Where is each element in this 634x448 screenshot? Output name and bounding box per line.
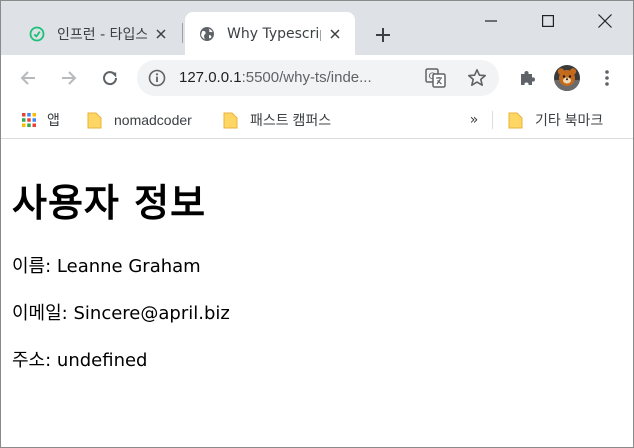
tab-title: Why Typescript xyxy=(227,25,321,42)
close-icon xyxy=(598,14,612,28)
tab-title: 인프런 - 타입스크립트 xyxy=(57,26,147,43)
folder-icon xyxy=(508,112,523,128)
toolbar: 127.0.0.1:5500/why-ts/inde... G xyxy=(1,55,633,101)
bookmarks-overflow-button[interactable]: » xyxy=(467,107,481,133)
url-text[interactable]: 127.0.0.1:5500/why-ts/inde... xyxy=(179,69,409,86)
apps-grid-icon xyxy=(22,113,36,127)
bookmark-label: 패스트 캠퍼스 xyxy=(250,112,332,128)
bookmark-label: nomadcoder xyxy=(114,112,192,128)
new-tab-button[interactable] xyxy=(369,21,397,49)
address-bar[interactable]: 127.0.0.1:5500/why-ts/inde... G xyxy=(137,60,499,96)
url-host: 127.0.0.1 xyxy=(179,69,242,86)
folder-icon xyxy=(87,112,102,128)
field-value: Sincere@april.biz xyxy=(73,303,230,324)
plus-icon xyxy=(376,28,390,42)
bookmark-folder-nomadcoder[interactable]: nomadcoder xyxy=(87,107,192,133)
bookmarks-divider xyxy=(492,111,493,129)
arrow-right-icon xyxy=(62,71,77,85)
bookmarks-bar: 앱 nomadcoder 패스트 캠퍼스 » 기타 북마크 xyxy=(1,101,633,139)
bookmark-star-icon[interactable] xyxy=(465,66,489,90)
maximize-button[interactable] xyxy=(520,1,576,41)
tab-inflearn[interactable]: 인프런 - 타입스크립트 xyxy=(15,12,181,55)
tab-strip: 인프런 - 타입스크립트 Why Typescript xyxy=(1,1,633,55)
more-vert-icon xyxy=(605,70,609,86)
bookmark-label: 기타 북마크 xyxy=(535,112,604,128)
user-email-row: 이메일: Sincere@april.biz xyxy=(12,299,230,325)
page-content: 사용자 정보 이름: Leanne Graham 이메일: Sincere@ap… xyxy=(1,140,633,447)
field-label: 이메일: xyxy=(12,303,68,324)
avatar xyxy=(554,65,580,91)
field-value: Leanne Graham xyxy=(56,256,201,277)
tab-why-typescript[interactable]: Why Typescript xyxy=(185,12,355,55)
translate-icon[interactable]: G xyxy=(425,68,447,88)
page-title: 사용자 정보 xyxy=(12,181,207,225)
reload-button[interactable] xyxy=(94,62,126,94)
reload-icon xyxy=(103,71,118,86)
profile-avatar[interactable] xyxy=(551,62,583,94)
user-address-row: 주소: undefined xyxy=(12,346,147,372)
tab-separator xyxy=(182,23,183,43)
bookmark-label: 앱 xyxy=(47,112,60,128)
back-button[interactable] xyxy=(12,62,44,94)
close-icon[interactable] xyxy=(151,24,171,44)
inflearn-icon xyxy=(29,26,45,42)
field-value: undefined xyxy=(56,350,148,371)
field-label: 이름: xyxy=(12,256,52,277)
menu-button[interactable] xyxy=(591,62,623,94)
window-close-button[interactable] xyxy=(577,1,633,41)
minimize-button[interactable] xyxy=(463,1,519,41)
minimize-icon xyxy=(485,20,497,22)
browser-window: 인프런 - 타입스크립트 Why Typescript xyxy=(0,0,634,448)
forward-button[interactable] xyxy=(53,62,85,94)
globe-icon xyxy=(199,26,215,42)
close-icon[interactable] xyxy=(325,24,345,44)
puzzle-icon xyxy=(521,71,535,85)
user-name-row: 이름: Leanne Graham xyxy=(12,252,201,278)
field-label: 주소: xyxy=(12,350,52,371)
url-path: :5500/why-ts/inde... xyxy=(241,69,372,86)
bookmark-folder-fastcampus[interactable]: 패스트 캠퍼스 xyxy=(223,107,331,133)
extensions-button[interactable] xyxy=(511,62,543,94)
maximize-icon xyxy=(542,15,554,27)
bookmark-folder-other[interactable]: 기타 북마크 xyxy=(508,107,603,133)
folder-icon xyxy=(223,112,238,128)
info-icon[interactable] xyxy=(145,66,169,90)
arrow-left-icon xyxy=(20,71,35,85)
bookmark-apps[interactable]: 앱 xyxy=(21,107,60,133)
